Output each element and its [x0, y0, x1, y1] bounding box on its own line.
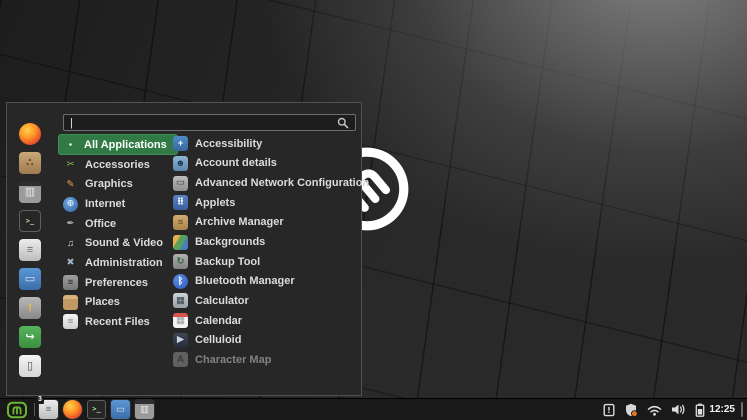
category-accessories[interactable]: ✂ Accessories	[63, 155, 178, 175]
app-backup-tool[interactable]: ↻ Backup Tool	[173, 252, 369, 272]
files-window-button[interactable]: 3 ≡	[36, 396, 58, 419]
category-places[interactable]: Places	[63, 292, 178, 312]
taskbar-separator	[34, 403, 35, 416]
terminal-window-button[interactable]: >_	[87, 400, 106, 419]
celluloid-icon: ▶	[173, 332, 188, 348]
system-tray: !	[603, 403, 705, 417]
search-field[interactable]	[72, 116, 337, 129]
account-details-icon: ☻	[173, 155, 188, 171]
app-archive-manager[interactable]: ≡ Archive Manager	[173, 213, 369, 233]
app-character-map[interactable]: A Character Map	[173, 350, 369, 370]
internet-globe-icon: ⊕	[63, 196, 78, 212]
accessibility-icon: +	[173, 136, 188, 152]
accessories-icon: ✂	[66, 159, 75, 171]
window-count-badge: 3	[36, 396, 44, 404]
category-administration[interactable]: ✖ Administration	[63, 253, 178, 273]
notification-alert-icon[interactable]: !	[603, 403, 615, 417]
lock-screen-icon[interactable]: ▭	[19, 268, 41, 290]
bluetooth-icon: ᛒ	[173, 273, 188, 289]
firefox-window-button[interactable]	[63, 400, 82, 419]
backgrounds-icon	[173, 234, 188, 250]
category-all-applications[interactable]: All Applications	[58, 134, 178, 155]
display-window-button[interactable]: ▭	[111, 400, 130, 419]
software-manager-icon[interactable]: ∴	[19, 152, 41, 174]
app-calculator[interactable]: ▦ Calculator	[173, 291, 369, 311]
category-list: All Applications ✂ Accessories ✎ Graphic…	[58, 134, 178, 332]
sound-video-note-icon: ♫	[66, 237, 75, 249]
network-configuration-icon: ▭	[173, 175, 188, 191]
battery-icon[interactable]	[695, 403, 705, 417]
application-list: + Accessibility ☻ Account details ▭ Adva…	[173, 134, 369, 370]
log-out-icon[interactable]: ↪	[19, 326, 41, 348]
app-advanced-network-configuration[interactable]: ▭ Advanced Network Configuration	[173, 173, 369, 193]
app-calendar[interactable]: ▦ Calendar	[173, 311, 369, 331]
app-accessibility[interactable]: + Accessibility	[173, 134, 369, 154]
app-backgrounds[interactable]: Backgrounds	[173, 232, 369, 252]
category-internet[interactable]: ⊕ Internet	[63, 194, 178, 214]
category-office[interactable]: ✒ Office	[63, 214, 178, 234]
mint-logo-icon	[7, 401, 27, 418]
app-bluetooth-manager[interactable]: ᛒ Bluetooth Manager	[173, 271, 369, 291]
terminal-icon[interactable]: >_	[19, 210, 41, 232]
volume-icon[interactable]	[671, 403, 686, 416]
all-applications-grid-icon	[64, 138, 77, 151]
taskbar: 3 ≡ >_ ▭ ▥ ! 12:25	[0, 396, 747, 420]
quit-icon[interactable]: ▯	[19, 355, 41, 377]
category-preferences[interactable]: ≡ Preferences	[63, 273, 178, 293]
category-sound-video[interactable]: ♫ Sound & Video	[63, 234, 178, 254]
files-icon[interactable]: ≡	[19, 239, 41, 261]
applets-icon: ⠿	[173, 195, 188, 211]
wifi-icon[interactable]	[647, 404, 662, 416]
places-folder-icon	[63, 294, 78, 310]
administration-tools-icon: ✖	[66, 257, 75, 269]
category-graphics[interactable]: ✎ Graphics	[63, 175, 178, 195]
firefox-icon[interactable]	[19, 123, 41, 145]
app-applets[interactable]: ⠿ Applets	[173, 193, 369, 213]
show-desktop-edge[interactable]	[741, 402, 743, 417]
app-account-details[interactable]: ☻ Account details	[173, 154, 369, 174]
character-map-icon: A	[173, 352, 188, 368]
search-input[interactable]: |	[63, 114, 356, 131]
office-icon: ✒	[66, 217, 75, 229]
graphics-icon: ✎	[66, 178, 75, 190]
preferences-icon: ≡	[63, 275, 78, 291]
desktop: { "desktop": { "wallpaper_base": "#24242…	[0, 0, 747, 420]
calendar-icon: ▦	[173, 313, 188, 329]
app-celluloid[interactable]: ▶ Celluloid	[173, 330, 369, 350]
favorites-sidebar: ∴ ▥ >_ ≡ ▭ ! ↪ ▯	[19, 123, 41, 377]
mint-menu-button[interactable]	[4, 400, 30, 420]
calculator-icon: ▦	[173, 293, 188, 309]
system-reports-icon[interactable]: !	[19, 297, 41, 319]
update-manager-icon[interactable]	[624, 403, 639, 417]
archive-manager-icon: ≡	[173, 214, 188, 230]
devices-window-button[interactable]: ▥	[135, 400, 154, 419]
recent-files-icon: ≡	[63, 314, 78, 330]
clock[interactable]: 12:25	[709, 404, 735, 415]
svg-text:!: !	[608, 406, 612, 415]
category-recent-files[interactable]: ≡ Recent Files	[63, 312, 178, 332]
search-icon	[337, 117, 349, 129]
backup-tool-icon: ↻	[173, 254, 188, 270]
main-menu-panel: | ∴ ▥ >_ ≡ ▭ ! ↪ ▯ All Applications ✂ Ac…	[6, 102, 369, 396]
system-settings-icon[interactable]: ▥	[19, 181, 41, 203]
window-list: 3 ≡ >_ ▭ ▥	[36, 396, 154, 419]
